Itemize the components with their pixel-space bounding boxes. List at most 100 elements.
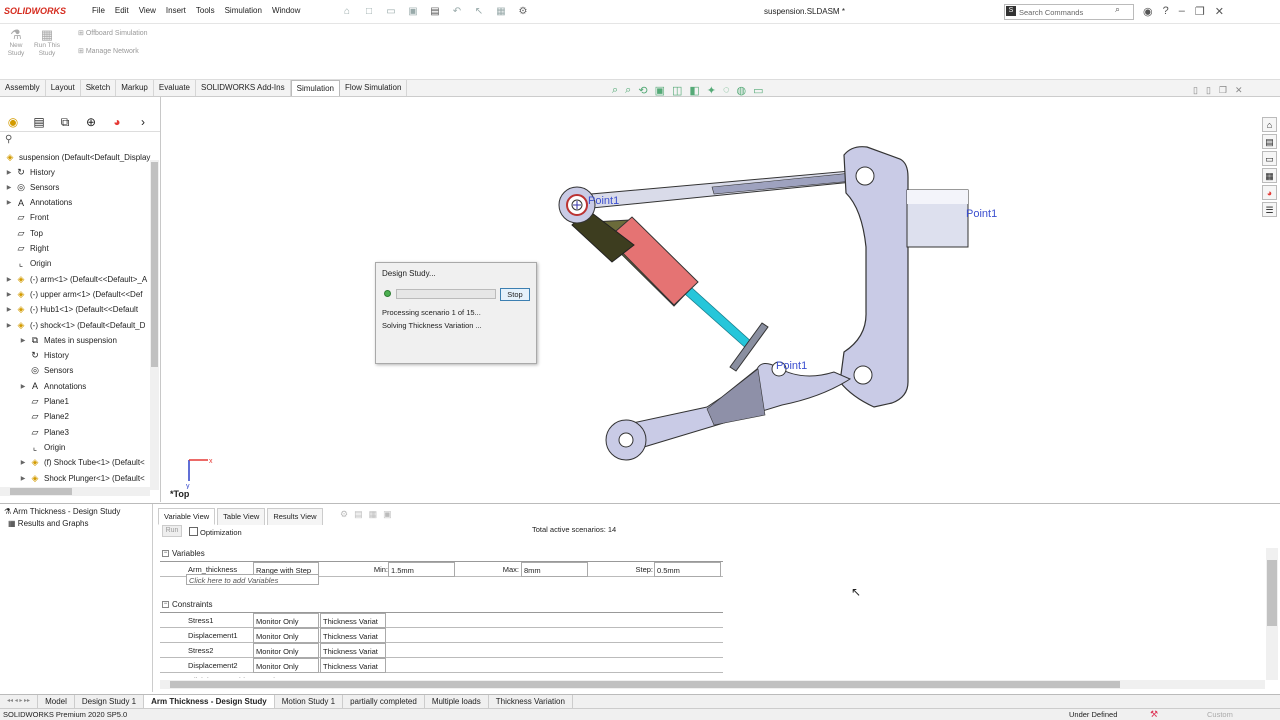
tree-item[interactable]: ▱ Plane1 [18,395,69,409]
expand-arrow-icon[interactable]: ▶ [4,291,14,298]
offboard-simulation-button[interactable]: ⊞ Offboard Simulation [78,29,148,37]
filter-icon[interactable]: ⚲ [5,134,12,145]
appearances-icon[interactable]: ◕ [1262,185,1277,200]
expand-arrow-icon[interactable]: ▶ [4,322,14,329]
tree-scrollbar-thumb[interactable] [151,162,158,367]
collapse-variables-icon[interactable]: − [162,550,169,557]
menu-view[interactable]: View [139,6,156,15]
configuration-manager-tab-icon[interactable]: ⧉ [52,112,78,132]
study-options-icon[interactable]: ⚙ [340,509,348,520]
tab-markup[interactable]: Markup [116,80,154,96]
tab-flow-simulation[interactable]: Flow Simulation [340,80,408,96]
tab-simulation[interactable]: Simulation [290,80,340,96]
previous-view-icon[interactable]: ⟲ [638,84,647,97]
expand-arrow-icon[interactable]: ▶ [18,383,28,390]
study-tab-table-view[interactable]: Table View [217,508,266,525]
bottom-tab-model[interactable]: Model [38,695,75,708]
constraints-section-header[interactable]: − Constraints [162,600,212,609]
rebuild-status-icon[interactable]: ⚒ [1150,709,1158,720]
menu-window[interactable]: Window [272,6,300,15]
tree-item[interactable]: ▱ Plane3 [18,425,69,439]
view-orientation-icon[interactable]: ◫ [672,84,682,97]
close-icon[interactable]: ✕ [1215,5,1224,18]
units-custom[interactable]: Custom [1207,710,1233,719]
constraint-mode-dropdown[interactable]: Monitor Only [253,613,319,628]
constraint-name[interactable]: Stress1 [186,613,252,628]
results-and-graphs[interactable]: ▦ Results and Graphs [8,519,89,528]
property-manager-tab-icon[interactable]: ▤ [26,112,52,132]
manage-network-button[interactable]: ⊞ Manage Network [78,47,139,55]
tree-item[interactable]: ▶ ↻ History [4,165,55,179]
constraint-name[interactable]: Displacement1 [186,628,252,643]
optimization-checkbox[interactable] [189,527,198,536]
tree-item[interactable]: ▱ Top [4,226,43,240]
help-icon[interactable]: ? [1163,5,1169,18]
study-export-icon[interactable]: ▤ [354,509,363,520]
tree-item[interactable]: ▶ ◈ (f) Shock Tube<1> (Default< [18,456,145,470]
feature-tree-tab-icon[interactable]: ◉ [0,112,26,132]
constraint-name[interactable]: Stress2 [186,643,252,658]
collapse-constraints-icon[interactable]: − [162,601,169,608]
study-root[interactable]: ⚗ Arm Thickness - Design Study [4,507,120,516]
rebuild-icon[interactable]: ▦ [494,5,508,18]
add-constraints-hint[interactable]: Click here to add Constraints [186,673,386,678]
tree-item[interactable]: ▶ A Annotations [4,196,73,210]
home-icon[interactable]: ⌂ [340,5,354,18]
tree-item[interactable]: ▱ Front [4,211,49,225]
menu-simulation[interactable]: Simulation [225,6,262,15]
menu-file[interactable]: File [92,6,105,15]
hide-show-icon[interactable]: ✦ [707,84,716,97]
expand-arrow-icon[interactable]: ▶ [4,169,14,176]
bottom-tab-design-study-1[interactable]: Design Study 1 [75,695,145,708]
display-style-icon[interactable]: ◧ [689,84,699,97]
run-study-button[interactable]: ▦ Run This Study [33,27,61,58]
constraint-row[interactable]: Displacement1 Monitor Only Thickness Varia… [160,628,723,643]
constraint-study-dropdown[interactable]: Thickness Variat [320,628,386,643]
study-tab-results-view[interactable]: Results View [267,508,323,525]
tab-navigation-arrows[interactable]: ◂◂ ◂ ▸ ▸▸ [0,695,39,708]
study-save-icon[interactable]: ▣ [383,509,392,520]
print-icon[interactable]: ▤ [428,5,442,18]
constraint-study-dropdown[interactable]: Thickness Variat [320,643,386,658]
add-constraints-row[interactable]: Click here to add Constraints [160,673,723,678]
variables-section-header[interactable]: − Variables [162,549,205,558]
tree-item[interactable]: ▶ ◈ Shock Plunger<1> (Default< [18,471,145,485]
bottom-tab-arm-thickness-design-study[interactable]: Arm Thickness - Design Study [144,695,275,708]
new-file-icon[interactable]: □ [362,5,376,18]
expand-arrow-icon[interactable]: ▶ [4,306,14,313]
expand-arrow-icon[interactable]: ▶ [4,199,14,206]
add-variables-row[interactable]: Click here to add Variables [160,574,723,589]
dimxpert-tab-icon[interactable]: ⊕ [78,112,104,132]
tree-item[interactable]: ▶ ◈ (-) upper arm<1> (Default<<Def [4,287,143,301]
tree-item[interactable]: ▶ A Annotations [18,379,87,393]
bottom-tab-multiple-loads[interactable]: Multiple loads [425,695,489,708]
viewport-close-icon[interactable]: ✕ [1235,85,1243,96]
save-icon[interactable]: ▣ [406,5,420,18]
menu-insert[interactable]: Insert [166,6,186,15]
tab-solidworks-add-ins[interactable]: SOLIDWORKS Add-Ins [196,80,291,96]
hub-part[interactable] [839,146,909,408]
viewport-restore-icon[interactable]: ❐ [1219,85,1227,96]
add-variables-hint[interactable]: Click here to add Variables [186,574,319,585]
constraint-mode-dropdown[interactable]: Monitor Only [253,658,319,673]
expand-arrow-icon[interactable]: ▶ [18,475,28,482]
minimize-icon[interactable]: – [1179,5,1185,18]
bottom-tab-partially-completed[interactable]: partially completed [343,695,425,708]
tree-item[interactable]: ▶ ◎ Sensors [4,180,60,194]
menu-edit[interactable]: Edit [115,6,129,15]
scene-icon[interactable]: ◍ [737,84,747,97]
constraint-mode-dropdown[interactable]: Monitor Only [253,643,319,658]
design-study-progress-dialog[interactable]: Design Study... Stop Processing scenario… [375,262,537,364]
constraint-row[interactable]: Displacement2 Monitor Only Thickness Varia… [160,658,723,673]
constraint-study-dropdown[interactable]: Thickness Variat [320,658,386,673]
constraint-mode-dropdown[interactable]: Monitor Only [253,628,319,643]
study-table-icon[interactable]: ▦ [369,509,378,520]
menu-tools[interactable]: Tools [196,6,215,15]
options-icon[interactable]: ⚙ [516,5,530,18]
open-file-icon[interactable]: ▭ [384,5,398,18]
tree-item[interactable]: ⌞ Origin [4,257,51,271]
display-manager-tab-icon[interactable]: ◕ [104,112,130,132]
tree-item[interactable]: ▱ Plane2 [18,410,69,424]
tab-sketch[interactable]: Sketch [81,80,117,96]
custom-properties-icon[interactable]: ☰ [1262,202,1277,217]
